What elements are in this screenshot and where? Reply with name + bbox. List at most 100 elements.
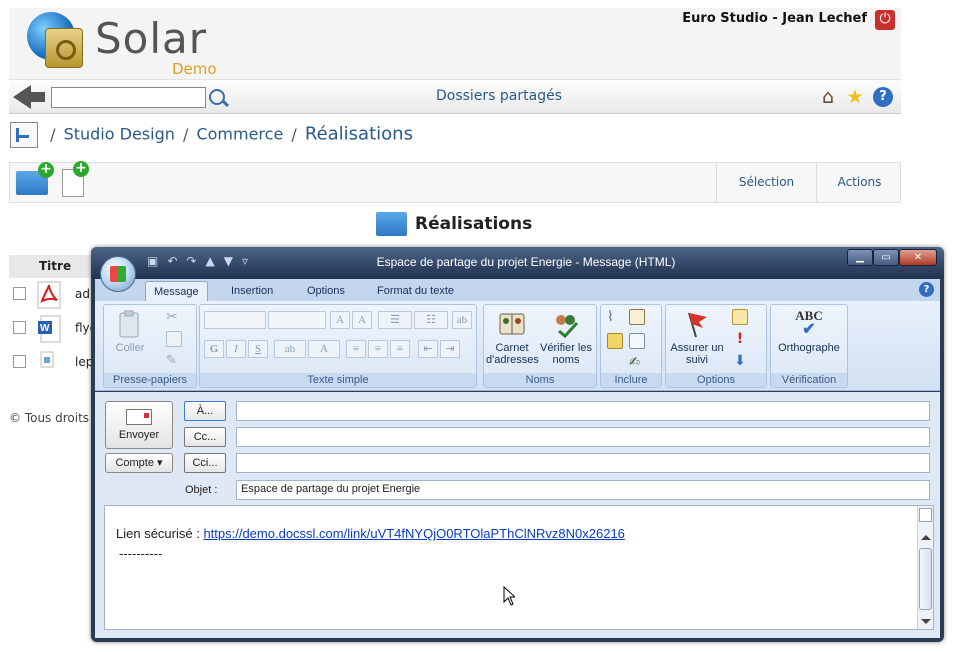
ribbon-help-icon[interactable]: ? xyxy=(919,282,934,297)
attach-item-icon[interactable] xyxy=(629,309,645,325)
search-input[interactable] xyxy=(51,87,206,108)
decrease-indent-icon[interactable]: ⇤ xyxy=(418,340,438,358)
low-importance-icon[interactable]: ⬇ xyxy=(732,353,748,369)
align-right-icon[interactable]: ≡ xyxy=(390,340,410,358)
home-icon[interactable]: ⌂ xyxy=(817,86,839,108)
mouse-pointer-icon xyxy=(503,586,515,606)
ruler-toggle-icon[interactable] xyxy=(919,508,932,522)
up-arrow-icon[interactable]: ▲ xyxy=(205,254,223,268)
to-button[interactable]: À... xyxy=(184,401,226,421)
subject-field[interactable]: Espace de partage du projet Energie xyxy=(236,480,930,500)
help-icon[interactable]: ? xyxy=(873,87,893,107)
font-size-combo[interactable] xyxy=(268,311,326,329)
folder-tree-icon[interactable] xyxy=(10,122,38,148)
signature-icon[interactable]: ✍ xyxy=(629,355,645,371)
message-body[interactable]: Lien sécurisé : https://demo.docssl.com/… xyxy=(104,505,934,630)
align-left-icon[interactable]: ≡ xyxy=(346,340,366,358)
undo-icon[interactable]: ↶ xyxy=(167,254,186,268)
back-arrow-icon[interactable] xyxy=(13,85,47,109)
quick-access-toolbar[interactable]: ▣↶↷▲▼▿ xyxy=(147,254,257,272)
follow-up-button[interactable]: Assurer un suivi xyxy=(668,309,726,366)
copy-icon[interactable] xyxy=(166,331,182,347)
clear-formatting-icon[interactable]: ab xyxy=(452,311,472,329)
spelling-button[interactable]: ABC ✔ Orthographe xyxy=(773,308,845,355)
check-names-button[interactable]: Vérifier les noms xyxy=(540,309,592,366)
tab-insertion[interactable]: Insertion xyxy=(223,281,281,301)
actions-button[interactable]: Actions xyxy=(816,163,902,202)
row-checkbox[interactable] xyxy=(13,355,26,368)
align-center-icon[interactable]: ≡ xyxy=(368,340,388,358)
table-row[interactable]: W flye xyxy=(9,312,97,346)
vertical-scrollbar[interactable] xyxy=(917,506,933,629)
grow-font-icon[interactable]: A xyxy=(330,311,350,329)
calendar-icon[interactable] xyxy=(629,333,645,349)
table-row[interactable]: lep xyxy=(9,346,94,380)
breadcrumb-separator: / xyxy=(291,124,297,144)
customize-qat-icon[interactable]: ▿ xyxy=(242,254,257,268)
scroll-thumb[interactable] xyxy=(919,548,932,610)
scroll-up-arrow-icon[interactable] xyxy=(921,535,931,540)
table-row[interactable]: ad xyxy=(9,278,94,312)
action-bar: Sélection Actions xyxy=(9,161,902,203)
breadcrumb-item-commerce[interactable]: Commerce xyxy=(196,125,283,144)
down-arrow-icon[interactable]: ▼ xyxy=(224,254,242,268)
tab-options[interactable]: Options xyxy=(299,281,353,301)
body-line: Lien sécurisé : https://demo.docssl.com/… xyxy=(116,526,625,541)
save-icon[interactable]: ▣ xyxy=(147,254,167,268)
tab-format-du-texte[interactable]: Format du texte xyxy=(369,281,462,301)
bold-icon[interactable]: G xyxy=(204,340,224,358)
attach-file-icon[interactable]: ⌇ xyxy=(607,309,623,325)
new-folder-icon[interactable] xyxy=(16,162,54,195)
send-button[interactable]: Envoyer xyxy=(105,401,173,449)
spelling-abc-icon: ABC ✔ xyxy=(795,308,823,338)
minimize-button[interactable]: ▁ xyxy=(847,249,873,266)
file-name[interactable]: ad xyxy=(75,287,90,301)
cut-icon[interactable]: ✂ xyxy=(166,309,182,325)
names-group-label: Noms xyxy=(484,373,596,387)
permission-icon[interactable] xyxy=(732,309,748,325)
bcc-button[interactable]: Cci... xyxy=(184,453,226,473)
row-checkbox[interactable] xyxy=(13,321,26,334)
maximize-button[interactable]: ▭ xyxy=(873,249,899,266)
underline-icon[interactable]: S xyxy=(248,340,268,358)
scroll-down-arrow-icon[interactable] xyxy=(921,619,931,624)
font-color-icon[interactable]: A xyxy=(308,340,340,358)
redo-icon[interactable]: ↷ xyxy=(186,254,205,268)
italic-icon[interactable]: I xyxy=(226,340,246,358)
star-icon[interactable]: ★ xyxy=(844,86,866,108)
breadcrumb-separator: / xyxy=(182,124,189,144)
generic-file-icon xyxy=(37,349,61,377)
business-card-icon[interactable] xyxy=(607,333,623,349)
close-button[interactable]: ✕ xyxy=(899,249,937,266)
account-button[interactable]: Compte ▾ xyxy=(105,453,173,473)
bullets-icon[interactable]: ☰ xyxy=(378,311,412,329)
column-header-title[interactable]: Titre xyxy=(9,255,94,278)
proofing-group-label: Vérification xyxy=(771,373,847,387)
clipboard-group: Coller ✂ ✎ Presse-papiers xyxy=(103,304,197,388)
row-checkbox[interactable] xyxy=(13,287,26,300)
shrink-font-icon[interactable]: A xyxy=(352,311,372,329)
address-book-button[interactable]: Carnet d'adresses xyxy=(486,309,539,366)
highlight-icon[interactable]: ab xyxy=(274,340,306,358)
selection-button[interactable]: Sélection xyxy=(716,163,816,202)
bcc-field[interactable] xyxy=(236,453,930,473)
high-importance-icon[interactable]: ! xyxy=(732,331,748,347)
format-painter-icon[interactable]: ✎ xyxy=(166,353,182,369)
to-field[interactable] xyxy=(236,401,930,421)
increase-indent-icon[interactable]: ⇥ xyxy=(440,340,460,358)
logout-power-icon[interactable]: ⏻ xyxy=(875,10,895,30)
search-icon[interactable] xyxy=(209,89,225,105)
include-group: ⌇ ✍ Inclure xyxy=(600,304,662,388)
cc-button[interactable]: Cc... xyxy=(184,427,226,447)
cc-field[interactable] xyxy=(236,427,930,447)
breadcrumb-item-studio-design[interactable]: Studio Design xyxy=(64,125,175,144)
numbering-icon[interactable]: ☷ xyxy=(414,311,448,329)
window-titlebar[interactable]: ▣↶↷▲▼▿ Espace de partage du projet Energ… xyxy=(91,247,944,279)
office-button-icon[interactable] xyxy=(100,256,136,292)
new-file-icon[interactable] xyxy=(62,161,89,197)
safe-logo-icon xyxy=(45,28,83,68)
paste-button[interactable]: Coller xyxy=(110,309,150,354)
font-name-combo[interactable] xyxy=(204,311,266,329)
secure-link[interactable]: https://demo.docssl.com/link/uVT4fNYQjO0… xyxy=(203,526,624,541)
tab-message[interactable]: Message xyxy=(145,281,208,301)
